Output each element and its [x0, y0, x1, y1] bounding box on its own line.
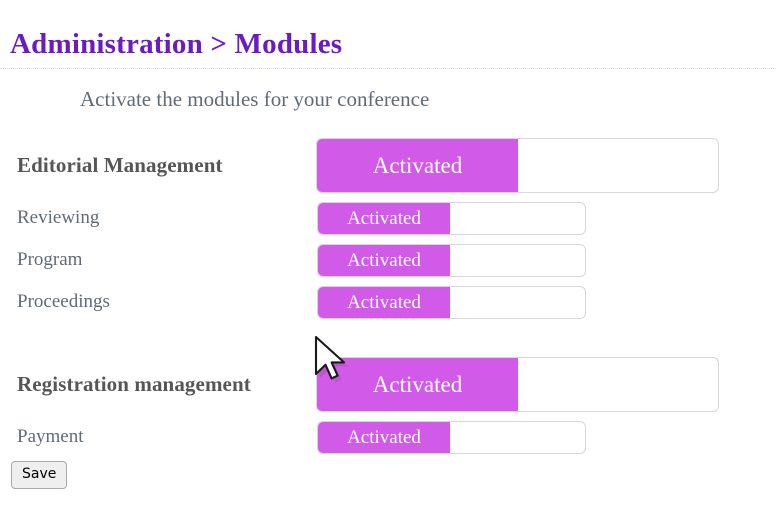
module-label-registration-management: Registration management — [17, 372, 251, 396]
toggle-state-label: Activated — [372, 371, 463, 397]
page-subtitle: Activate the modules for your conference — [80, 87, 430, 111]
toggle-fill[interactable]: Activated — [318, 203, 450, 234]
toggle-fill[interactable]: Activated — [318, 422, 450, 453]
module-toggle-editorial-management[interactable]: Activated — [316, 138, 719, 193]
module-toggle-registration-management[interactable]: Activated — [316, 357, 719, 412]
toggle-fill[interactable]: Activated — [318, 245, 450, 276]
toggle-state-label: Activated — [372, 152, 463, 178]
module-label-reviewing: Reviewing — [17, 207, 100, 228]
toggle-fill[interactable]: Activated — [317, 139, 518, 192]
module-label-program: Program — [17, 249, 83, 270]
module-label-editorial-management: Editorial Management — [17, 153, 223, 177]
toggle-fill[interactable]: Activated — [318, 287, 450, 318]
toggle-state-label: Activated — [347, 250, 421, 271]
module-toggle-reviewing[interactable]: Activated — [317, 202, 586, 235]
toggle-state-label: Activated — [347, 208, 421, 229]
toggle-state-label: Activated — [347, 292, 421, 313]
page-title: Administration > Modules — [10, 28, 343, 60]
module-toggle-proceedings[interactable]: Activated — [317, 286, 586, 319]
title-divider — [0, 68, 776, 69]
module-toggle-payment[interactable]: Activated — [317, 421, 586, 454]
module-toggle-program[interactable]: Activated — [317, 244, 586, 277]
toggle-fill[interactable]: Activated — [317, 358, 518, 411]
module-label-payment: Payment — [17, 426, 84, 447]
save-button[interactable]: Save — [11, 461, 68, 489]
toggle-state-label: Activated — [347, 427, 421, 448]
module-label-proceedings: Proceedings — [17, 291, 110, 312]
